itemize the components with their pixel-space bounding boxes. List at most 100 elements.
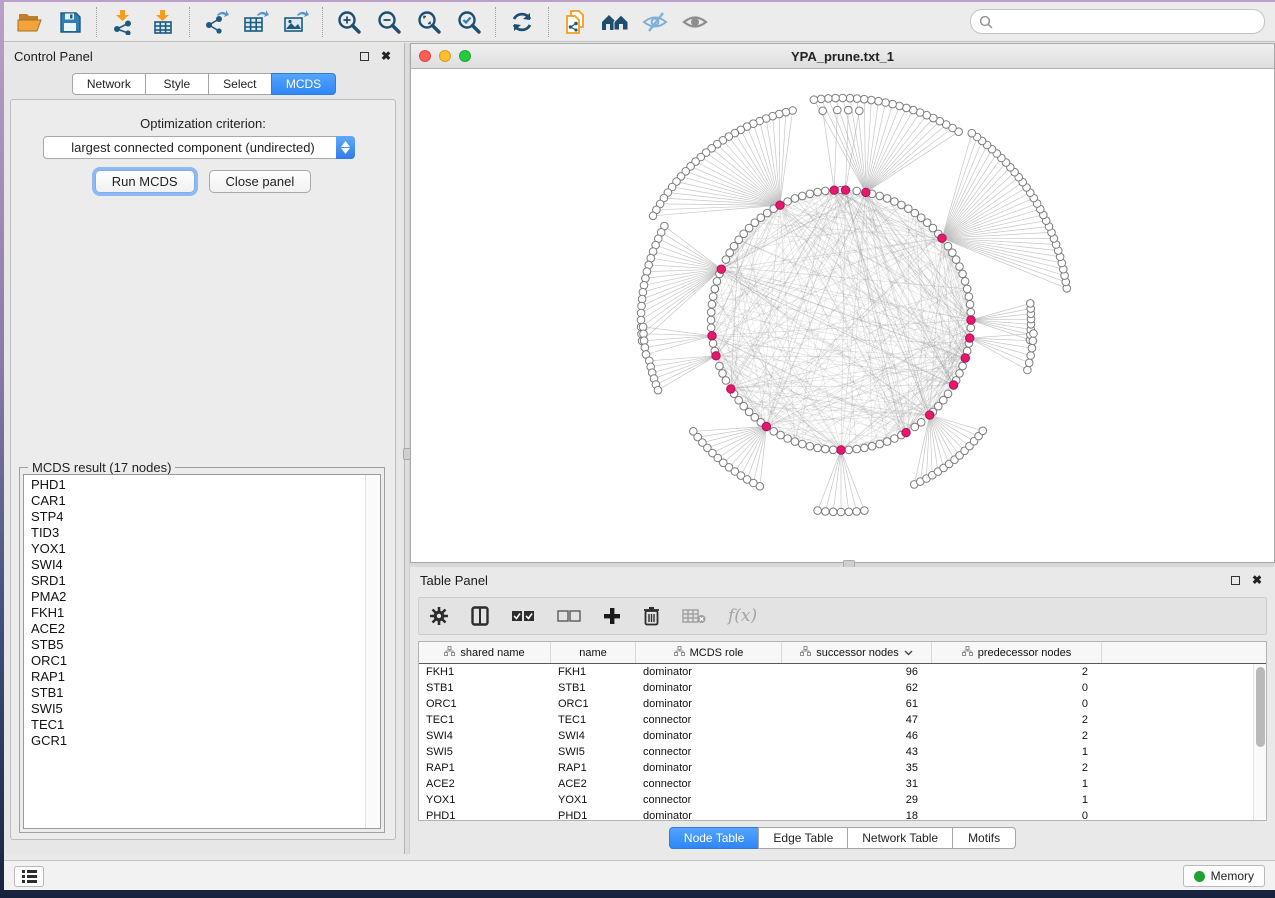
network-node[interactable] bbox=[638, 302, 646, 310]
first-neighbors-icon[interactable] bbox=[595, 5, 635, 39]
network-node[interactable] bbox=[719, 370, 727, 378]
table-row[interactable]: ORC1ORC1dominator610 bbox=[419, 696, 1253, 712]
import-network-icon[interactable] bbox=[103, 5, 143, 39]
mcds-network-node[interactable] bbox=[712, 352, 720, 360]
network-node[interactable] bbox=[845, 106, 853, 114]
network-node[interactable] bbox=[722, 256, 730, 264]
network-node[interactable] bbox=[640, 337, 648, 345]
network-node[interactable] bbox=[979, 427, 987, 435]
network-node[interactable] bbox=[966, 301, 974, 309]
network-node[interactable] bbox=[709, 340, 717, 348]
network-node[interactable] bbox=[1028, 344, 1036, 352]
network-node[interactable] bbox=[875, 97, 883, 105]
network-node[interactable] bbox=[726, 249, 734, 257]
zoom-selected-icon[interactable] bbox=[449, 5, 489, 39]
network-node[interactable] bbox=[853, 187, 861, 195]
network-node[interactable] bbox=[917, 419, 925, 427]
show-all-icon[interactable] bbox=[675, 5, 715, 39]
network-node[interactable] bbox=[810, 96, 818, 104]
tab-edge-table[interactable]: Edge Table bbox=[758, 827, 848, 849]
table-scrollbar[interactable] bbox=[1253, 664, 1266, 820]
network-node[interactable] bbox=[1027, 352, 1035, 360]
network-node[interactable] bbox=[756, 483, 764, 491]
network-node[interactable] bbox=[639, 288, 647, 296]
network-node[interactable] bbox=[825, 95, 833, 103]
network-node[interactable] bbox=[791, 438, 799, 446]
close-panel-button-mcds[interactable]: Close panel bbox=[209, 170, 312, 193]
tab-style[interactable]: Style bbox=[145, 73, 209, 95]
network-node[interactable] bbox=[965, 293, 973, 301]
mcds-result-item[interactable]: SWI5 bbox=[24, 701, 364, 717]
network-node[interactable] bbox=[905, 205, 913, 213]
network-node[interactable] bbox=[876, 440, 884, 448]
mcds-network-node[interactable] bbox=[967, 316, 975, 324]
network-node[interactable] bbox=[777, 431, 785, 439]
memory-button[interactable]: Memory bbox=[1183, 865, 1265, 887]
network-node[interactable] bbox=[711, 285, 719, 293]
network-node[interactable] bbox=[876, 192, 884, 200]
optimization-criterion-select[interactable]: largest connected component (undirected) bbox=[43, 136, 355, 159]
network-node[interactable] bbox=[959, 362, 967, 370]
network-node[interactable] bbox=[707, 308, 715, 316]
float-panel-button[interactable] bbox=[1227, 573, 1243, 587]
mcds-network-node[interactable] bbox=[938, 234, 946, 242]
table-row[interactable]: FKH1FKH1dominator962 bbox=[419, 664, 1253, 680]
network-node[interactable] bbox=[891, 198, 899, 206]
function-builder-icon[interactable]: f(x) bbox=[728, 606, 757, 626]
table-row[interactable]: TEC1TEC1connector472 bbox=[419, 712, 1253, 728]
network-node[interactable] bbox=[784, 435, 792, 443]
network-node[interactable] bbox=[868, 442, 876, 450]
tab-node-table[interactable]: Node Table bbox=[669, 827, 760, 849]
mcds-network-node[interactable] bbox=[708, 332, 716, 340]
select-all-rows-icon[interactable] bbox=[511, 610, 535, 622]
network-node[interactable] bbox=[963, 285, 971, 293]
run-mcds-button[interactable]: Run MCDS bbox=[95, 170, 195, 193]
tab-mcds[interactable]: MCDS bbox=[271, 73, 336, 95]
network-node[interactable] bbox=[822, 187, 830, 195]
network-node[interactable] bbox=[861, 507, 869, 515]
mcds-network-node[interactable] bbox=[841, 186, 849, 194]
network-node[interactable] bbox=[707, 316, 715, 324]
network-node[interactable] bbox=[640, 282, 648, 290]
network-node[interactable] bbox=[898, 201, 906, 209]
table-row[interactable]: PHD1PHD1dominator180 bbox=[419, 808, 1253, 820]
mcds-network-node[interactable] bbox=[776, 201, 784, 209]
mcds-result-item[interactable]: PHD1 bbox=[24, 477, 364, 493]
network-node[interactable] bbox=[822, 508, 830, 516]
zoom-in-icon[interactable] bbox=[329, 5, 369, 39]
network-node[interactable] bbox=[961, 278, 969, 286]
network-node[interactable] bbox=[806, 190, 814, 198]
table-settings-gear-icon[interactable] bbox=[429, 606, 449, 626]
network-node[interactable] bbox=[817, 95, 825, 103]
tab-network[interactable]: Network bbox=[72, 73, 146, 95]
float-panel-button[interactable] bbox=[356, 49, 372, 63]
table-row[interactable]: SWI4SWI4dominator462 bbox=[419, 728, 1253, 744]
table-row[interactable]: ACE2ACE2connector311 bbox=[419, 776, 1253, 792]
mcds-result-item[interactable]: ACE2 bbox=[24, 621, 364, 637]
mcds-result-item[interactable]: YOX1 bbox=[24, 541, 364, 557]
network-node[interactable] bbox=[829, 508, 837, 516]
mcds-result-item[interactable]: SWI4 bbox=[24, 557, 364, 573]
network-node[interactable] bbox=[834, 106, 842, 114]
mcds-network-node[interactable] bbox=[717, 265, 725, 273]
network-node[interactable] bbox=[1027, 300, 1035, 308]
network-node[interactable] bbox=[707, 324, 715, 332]
mcds-result-item[interactable]: FKH1 bbox=[24, 605, 364, 621]
network-node[interactable] bbox=[868, 96, 876, 104]
table-row[interactable]: YOX1YOX1connector291 bbox=[419, 792, 1253, 808]
network-node[interactable] bbox=[770, 428, 778, 436]
network-node[interactable] bbox=[896, 102, 904, 110]
mcds-network-node[interactable] bbox=[862, 188, 870, 196]
network-node[interactable] bbox=[814, 188, 822, 196]
network-node[interactable] bbox=[837, 508, 845, 516]
network-node[interactable] bbox=[944, 242, 952, 250]
network-node[interactable] bbox=[882, 99, 890, 107]
network-node[interactable] bbox=[967, 308, 975, 316]
network-node[interactable] bbox=[1030, 330, 1038, 338]
network-node[interactable] bbox=[883, 438, 891, 446]
mcds-network-node[interactable] bbox=[762, 422, 770, 430]
export-table-icon[interactable] bbox=[236, 5, 276, 39]
network-node[interactable] bbox=[967, 324, 975, 332]
mcds-network-node[interactable] bbox=[902, 428, 910, 436]
table-scrollbar-thumb[interactable] bbox=[1256, 667, 1265, 747]
